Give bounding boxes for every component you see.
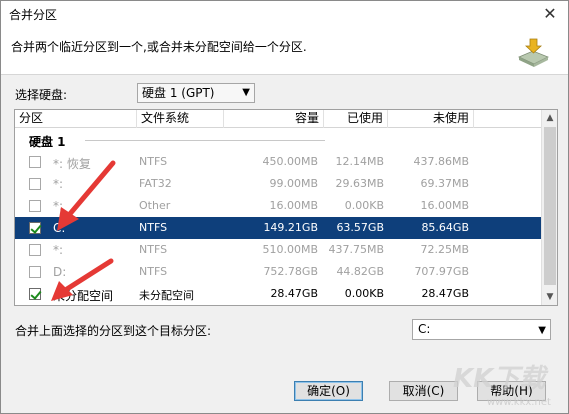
ok-button[interactable]: 确定(O)	[294, 381, 363, 401]
dialog-header: 合并两个临近分区到一个,或合并未分配空间给一个分区.	[1, 28, 568, 75]
partition-checkbox[interactable]	[29, 244, 41, 256]
target-partition-dropdown[interactable]: C: ▼	[412, 319, 551, 340]
partition-capacity: 149.21GB	[263, 221, 318, 234]
partition-row[interactable]: *: NTFS 510.00MB 437.75MB 72.25MB	[15, 239, 542, 261]
merge-partition-dialog: 合并分区 ✕ 合并两个临近分区到一个,或合并未分配空间给一个分区. 选择硬盘: …	[0, 0, 569, 414]
title-bar: 合并分区 ✕	[1, 1, 568, 28]
partition-row-selected[interactable]: C: NTFS 149.21GB 63.57GB 85.64GB	[15, 217, 542, 239]
partition-capacity: 450.00MB	[262, 155, 318, 168]
chevron-down-icon: ▼	[242, 87, 250, 98]
column-header-filesystem[interactable]: 文件系统	[137, 110, 224, 128]
partition-free: 69.37MB	[420, 177, 469, 190]
partition-row[interactable]: 未分配空间 未分配空间 28.47GB 0.00KB 28.47GB	[15, 283, 542, 305]
partition-used: 12.14MB	[335, 155, 384, 168]
partition-filesystem: FAT32	[139, 177, 172, 190]
target-partition-label: 合并上面选择的分区到这个目标分区:	[15, 324, 212, 338]
close-icon[interactable]: ✕	[540, 4, 560, 24]
partition-free: 85.64GB	[421, 221, 469, 234]
column-header-capacity[interactable]: 容量	[224, 110, 324, 128]
partition-list: 分区 文件系统 容量 已使用 未使用 硬盘 1 *: 恢复 NTFS 450.0…	[14, 109, 558, 306]
disk-select-row: 选择硬盘: 硬盘 1 (GPT) ▼	[15, 83, 555, 105]
partition-name: C:	[53, 221, 66, 235]
partition-free: 28.47GB	[421, 287, 469, 300]
partition-checkbox[interactable]	[29, 178, 41, 190]
column-header-partition[interactable]: 分区	[15, 110, 137, 128]
partition-checkbox[interactable]	[29, 266, 41, 278]
partition-filesystem: Other	[139, 199, 171, 212]
vertical-scrollbar[interactable]: ▲ ▼	[541, 110, 557, 305]
partition-filesystem: NTFS	[139, 221, 168, 234]
partition-name: *:	[53, 199, 64, 213]
partition-filesystem: NTFS	[139, 155, 168, 168]
partition-name: D:	[53, 265, 67, 279]
partition-capacity: 16.00MB	[269, 199, 318, 212]
target-partition-row: 合并上面选择的分区到这个目标分区: C: ▼	[15, 319, 555, 341]
window-title: 合并分区	[9, 8, 58, 22]
cancel-button[interactable]: 取消(C)	[389, 381, 458, 401]
partition-capacity: 752.78GB	[263, 265, 318, 278]
partition-used: 44.82GB	[336, 265, 384, 278]
partition-free: 16.00MB	[420, 199, 469, 212]
partition-name: 未分配空间	[53, 289, 114, 303]
partition-name: *: 恢复	[53, 157, 91, 171]
partition-checkbox-checked[interactable]	[29, 288, 41, 300]
partition-free: 437.86MB	[413, 155, 469, 168]
column-header-free[interactable]: 未使用	[388, 110, 474, 128]
merge-disk-icon	[518, 38, 549, 67]
scroll-down-icon[interactable]: ▼	[542, 289, 557, 305]
disk-group-title: 硬盘 1	[29, 135, 66, 149]
partition-capacity: 28.47GB	[270, 287, 318, 300]
partition-used: 437.75MB	[328, 243, 384, 256]
partition-name: *:	[53, 177, 64, 191]
scroll-up-icon[interactable]: ▲	[542, 110, 557, 126]
help-button[interactable]: 帮助(H)	[477, 381, 546, 401]
partition-capacity: 99.00MB	[269, 177, 318, 190]
partition-checkbox-checked[interactable]	[29, 222, 41, 234]
scrollbar-thumb[interactable]	[544, 127, 556, 285]
target-partition-value: C:	[418, 322, 431, 336]
partition-free: 707.97GB	[414, 265, 469, 278]
column-header-used[interactable]: 已使用	[324, 110, 388, 128]
chevron-down-icon: ▼	[538, 325, 546, 336]
partition-filesystem: NTFS	[139, 243, 168, 256]
partition-checkbox[interactable]	[29, 200, 41, 212]
partition-filesystem: NTFS	[139, 265, 168, 278]
disk-select-dropdown[interactable]: 硬盘 1 (GPT) ▼	[137, 83, 255, 103]
partition-free: 72.25MB	[420, 243, 469, 256]
partition-used: 0.00KB	[344, 199, 384, 212]
partition-name: *:	[53, 243, 64, 257]
partition-list-header: 分区 文件系统 容量 已使用 未使用	[15, 110, 542, 128]
partition-row[interactable]: *: FAT32 99.00MB 29.63MB 69.37MB	[15, 173, 542, 195]
partition-row[interactable]: *: Other 16.00MB 0.00KB 16.00MB	[15, 195, 542, 217]
partition-checkbox[interactable]	[29, 156, 41, 168]
partition-filesystem: 未分配空间	[139, 289, 194, 302]
disk-select-value: 硬盘 1 (GPT)	[142, 86, 215, 100]
partition-used: 0.00KB	[344, 287, 384, 300]
header-description: 合并两个临近分区到一个,或合并未分配空间给一个分区.	[11, 40, 307, 54]
group-divider	[85, 140, 325, 141]
partition-used: 63.57GB	[336, 221, 384, 234]
partition-used: 29.63MB	[335, 177, 384, 190]
disk-select-label: 选择硬盘:	[15, 88, 68, 102]
partition-capacity: 510.00MB	[262, 243, 318, 256]
disk-group-row: 硬盘 1	[15, 129, 542, 151]
partition-row[interactable]: *: 恢复 NTFS 450.00MB 12.14MB 437.86MB	[15, 151, 542, 173]
partition-row[interactable]: D: NTFS 752.78GB 44.82GB 707.97GB	[15, 261, 542, 283]
